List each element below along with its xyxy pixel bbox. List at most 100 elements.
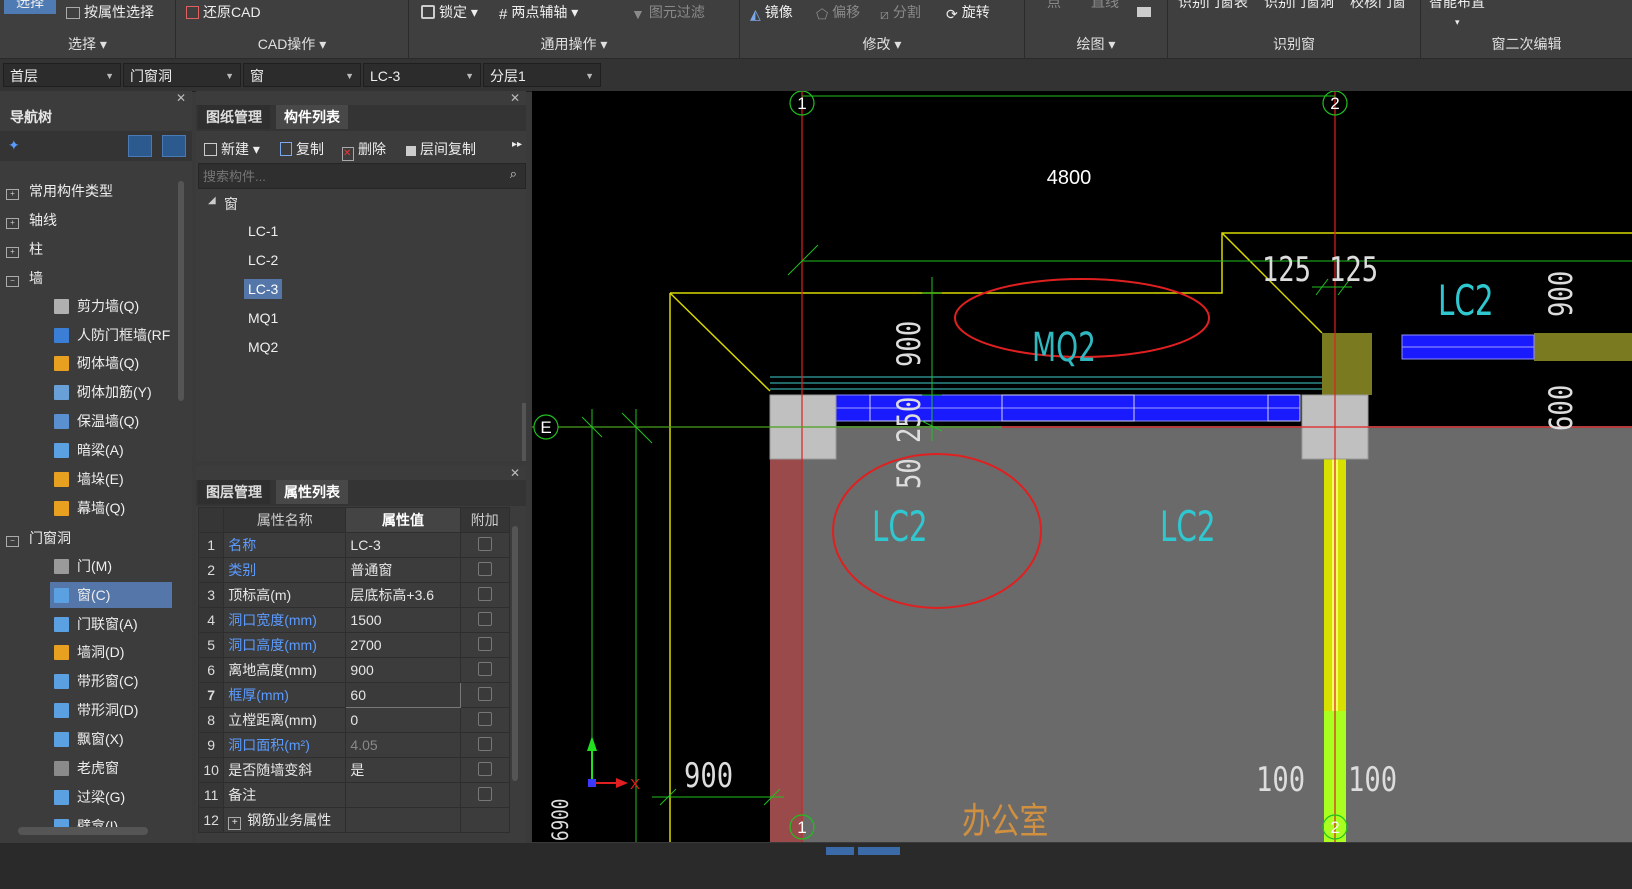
attach-checkbox[interactable] [477, 536, 492, 551]
sidebar-item[interactable]: 带形洞(D) [50, 697, 172, 723]
status-toggle-icon[interactable] [858, 847, 900, 855]
property-value[interactable]: 1500 [345, 607, 461, 633]
label-mq2[interactable]: MQ2 [1032, 325, 1096, 371]
attach-checkbox[interactable] [477, 761, 492, 776]
collapse-icon[interactable]: − [6, 535, 19, 547]
expand-icon[interactable]: + [6, 246, 19, 258]
collapse-icon[interactable]: ◢ [208, 195, 216, 206]
property-value[interactable]: 2700 [345, 632, 461, 658]
property-value[interactable]: 普通窗 [345, 557, 461, 583]
property-value[interactable]: 900 [345, 657, 461, 683]
two-point-axis-button[interactable]: # 两点辅轴 ▾ [499, 2, 578, 23]
property-value[interactable]: 0 [345, 707, 461, 733]
label-lc2-middle[interactable]: LC2 [1160, 502, 1216, 552]
sidebar-item[interactable]: 老虎窗 [50, 755, 172, 781]
more-icon[interactable]: ▸▸ [512, 139, 522, 150]
tab-property-list[interactable]: 属性列表 [276, 480, 348, 504]
pin-icon[interactable]: ✦ [8, 137, 20, 154]
category-select[interactable]: 门窗洞 ▼ [123, 63, 241, 87]
property-value[interactable] [345, 782, 461, 808]
floor-copy-button[interactable]: 层间复制 [406, 139, 476, 159]
mirror-button[interactable]: ◭ 镜像 [750, 2, 793, 22]
rectangle-icon[interactable] [1137, 2, 1155, 18]
attach-checkbox[interactable] [477, 561, 492, 576]
type-select[interactable]: 窗 ▼ [243, 63, 361, 87]
property-value[interactable]: 4.05 [345, 732, 461, 758]
property-row[interactable]: 9 洞口面积(m²) 4.05 [197, 732, 510, 758]
component-list-item[interactable]: LC-1 [244, 221, 282, 241]
sidebar-item[interactable]: 暗梁(A) [50, 437, 172, 463]
select-button[interactable]: 选择 [4, 0, 56, 14]
sidebar-item[interactable]: 门联窗(A) [50, 611, 172, 637]
copy-button[interactable]: 复制 [280, 139, 324, 159]
sidebar-item[interactable]: 砌体加筋(Y) [50, 379, 172, 405]
property-row[interactable]: 10 是否随墙变斜 是 [197, 757, 510, 783]
new-button[interactable]: 新建 ▾ [204, 139, 260, 159]
close-icon[interactable]: ✕ [510, 91, 520, 105]
sidebar-item[interactable]: − 门窗洞 [6, 528, 71, 548]
tab-component-list[interactable]: 构件列表 [276, 105, 348, 129]
expand-icon[interactable]: + [6, 217, 19, 229]
property-row[interactable]: 6 离地高度(mm) 900 [197, 657, 510, 683]
property-row[interactable]: 8 立樘距离(mm) 0 [197, 707, 510, 733]
sidebar-item[interactable]: 墙洞(D) [50, 639, 172, 665]
property-value[interactable]: LC-3 [345, 532, 461, 558]
vertical-scrollbar[interactable] [512, 526, 518, 781]
expand-icon[interactable]: + [6, 189, 19, 200]
label-lc2-left[interactable]: LC2 [872, 502, 928, 552]
sidebar-item[interactable]: 门(M) [50, 553, 172, 579]
sidebar-item[interactable]: 窗(C) [50, 581, 172, 608]
sidebar-item[interactable]: 保温墙(Q) [50, 408, 172, 434]
sidebar-item[interactable]: + 轴线 [6, 210, 57, 230]
attach-checkbox[interactable] [477, 711, 492, 726]
point-button[interactable]: 点 [1047, 0, 1061, 12]
property-row[interactable]: 1 名称 LC-3 [197, 532, 510, 558]
component-list-item[interactable]: MQ1 [244, 308, 282, 328]
attach-checkbox[interactable] [477, 611, 492, 626]
component-search[interactable]: ⌕ [198, 163, 526, 189]
vertical-scrollbar[interactable] [178, 181, 184, 401]
property-row[interactable]: 4 洞口宽度(mm) 1500 [197, 607, 510, 633]
cad-drawing-canvas[interactable]: 1 2 E 1 2 X 4800 125 125 900 250 50 900 … [532, 91, 1632, 842]
horizontal-scrollbar[interactable] [18, 827, 148, 835]
component-list-item[interactable]: MQ2 [244, 337, 282, 357]
component-select[interactable]: LC-3 ▼ [363, 63, 481, 87]
collapse-icon[interactable]: − [6, 275, 19, 287]
attach-checkbox[interactable] [477, 736, 492, 751]
sidebar-item[interactable]: + 常用构件类型 [6, 181, 113, 201]
property-value[interactable]: 是 [345, 757, 461, 783]
restore-cad-button[interactable]: 还原CAD [186, 2, 261, 22]
attach-checkbox[interactable] [477, 686, 492, 701]
close-icon[interactable]: ✕ [176, 91, 186, 105]
group-title-draw[interactable]: 绘图 ▾ [1025, 34, 1167, 54]
property-row[interactable]: 11 备注 [197, 782, 510, 808]
group-title-modify[interactable]: 修改 ▾ [740, 34, 1024, 54]
search-input[interactable] [199, 164, 505, 188]
sidebar-item[interactable]: 墙垛(E) [50, 466, 172, 492]
label-lc2-right[interactable]: LC2 [1438, 276, 1494, 326]
sidebar-item[interactable]: 飘窗(X) [50, 726, 172, 752]
property-value[interactable] [345, 807, 461, 833]
group-title-select[interactable]: 选择 ▾ [0, 34, 175, 54]
recognize-table-button[interactable]: 识别门窗表 [1178, 0, 1248, 12]
sidebar-item[interactable]: 带形窗(C) [50, 668, 172, 694]
property-row[interactable]: 7 框厚(mm) 60 [197, 682, 510, 708]
search-icon[interactable]: ⌕ [510, 166, 517, 182]
list-view-icon[interactable] [128, 135, 152, 157]
sidebar-item[interactable]: 人防门框墙(RF [50, 322, 172, 348]
status-toggle-icon[interactable] [826, 847, 854, 855]
delete-button[interactable]: ✕ 删除 [342, 139, 386, 161]
group-title-cad[interactable]: CAD操作 ▾ [176, 34, 408, 54]
sidebar-item[interactable]: 砌体墙(Q) [50, 350, 172, 376]
line-button[interactable]: 直线 [1091, 0, 1119, 12]
property-row[interactable]: 2 类别 普通窗 [197, 557, 510, 583]
sidebar-item[interactable]: 幕墙(Q) [50, 495, 172, 521]
property-row[interactable]: 3 顶标高(m) 层底标高+3.6 [197, 582, 510, 608]
property-value[interactable]: 层底标高+3.6 [345, 582, 461, 608]
sidebar-item[interactable]: + 柱 [6, 239, 43, 259]
check-openings-button[interactable]: 校核门窗 [1350, 0, 1406, 12]
offset-button[interactable]: ⬠ 偏移 [816, 2, 860, 22]
sidebar-item[interactable]: 过梁(G) [50, 784, 172, 810]
component-list-item[interactable]: LC-2 [244, 250, 282, 270]
floor-select[interactable]: 首层 ▼ [3, 63, 121, 87]
